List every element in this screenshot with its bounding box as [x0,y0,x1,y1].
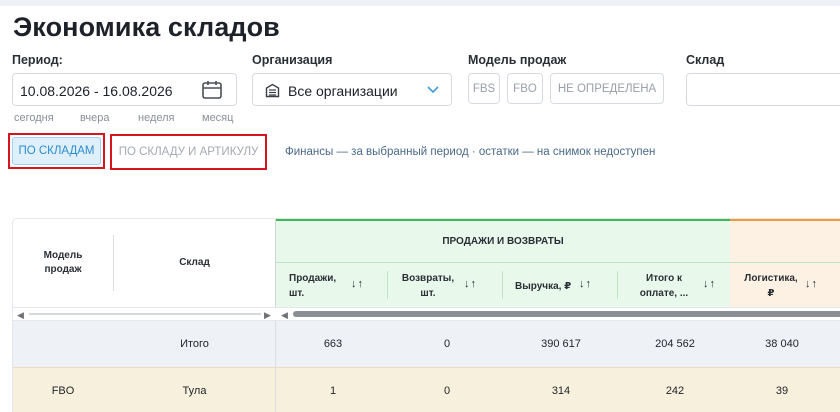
sort-arrows-icon[interactable]: ↓↑ [579,278,592,290]
tab-by-warehouses[interactable]: ПО СКЛАДАМ [12,137,101,165]
chevron-down-icon [427,86,439,94]
scroll-left-icon[interactable]: ◀ [17,310,24,321]
organization-select[interactable]: Все организации [252,73,452,106]
cell-logistics: 39 [775,385,789,397]
table-row-total: Итого 663 0 390 617 204 562 38 040 [13,321,840,367]
sort-arrows-icon[interactable]: ↓↑ [805,278,818,290]
quick-link-yesterday[interactable]: вчера [80,112,109,124]
cell-model [13,321,113,367]
header-returns-qty[interactable]: Возвраты, шт. [399,263,457,307]
top-strip [0,0,840,6]
cell-revenue: 314 [551,385,571,397]
header-sales-model[interactable]: Модель продаж [13,219,113,307]
cell-sales-qty: 663 [323,338,343,350]
sort-arrows-icon[interactable]: ↓↑ [703,278,716,290]
column-separator [387,271,388,299]
period-date-input[interactable]: 10.08.2026 - 16.08.2026 [12,73,237,106]
scroll-right-icon[interactable]: ▶ [264,310,271,321]
scroll-track-fixed [29,313,261,315]
group-sales-returns-title: ПРОДАЖИ И ВОЗВРАТЫ [442,236,564,247]
header-logistics[interactable]: Логистика, ₽ [741,263,801,307]
sales-model-label: Модель продаж [468,53,567,67]
period-date-value: 10.08.2026 - 16.08.2026 [20,83,173,99]
cell-returns-qty: 0 [443,385,451,397]
building-icon [265,83,280,98]
cell-total-payout: 242 [665,385,685,397]
quick-link-week[interactable]: неделя [138,112,175,124]
column-separator [502,271,503,299]
cell-revenue: 390 617 [541,338,581,350]
tabs-note: Финансы — за выбранный период · остатки … [285,146,656,158]
cell-total-payout: 204 562 [655,338,695,350]
organization-label: Организация [252,53,333,67]
horizontal-scrollbar[interactable]: ◀ ▶ ◀ [13,307,840,321]
table-row[interactable]: FBO Тула 1 0 314 242 39 [13,367,840,412]
scroll-thumb[interactable] [293,311,840,317]
header-total-payout[interactable]: Итого к оплате, ... [631,263,697,307]
quick-link-month[interactable]: месяц [202,112,233,124]
page-title: Экономика складов [13,12,280,42]
chip-fbo[interactable]: FBO [507,73,543,104]
cell-warehouse: Тула [182,385,207,397]
calendar-icon[interactable] [201,80,223,100]
warehouse-select[interactable] [686,73,840,106]
chip-fbs[interactable]: FBS [468,73,500,104]
warehouse-economics-table: Модель продаж Склад ПРОДАЖИ И ВОЗВРАТЫ П… [12,218,840,412]
period-label: Период: [12,53,63,67]
chip-undefined[interactable]: НЕ ОПРЕДЕЛЕНА [550,73,664,104]
warehouse-label: Склад [686,53,725,67]
tab-by-warehouse-article[interactable]: ПО СКЛАДУ И АРТИКУЛУ [113,137,264,167]
header-warehouse[interactable]: Склад [113,219,276,307]
cell-sales-qty: 1 [329,385,337,397]
sort-arrows-icon[interactable]: ↓↑ [351,278,364,290]
column-separator [617,271,618,299]
cell-model: FBO [51,385,75,397]
sort-arrows-icon[interactable]: ↓↑ [464,278,477,290]
cell-logistics: 38 040 [765,338,799,350]
cell-returns-qty: 0 [443,338,451,350]
quick-link-today[interactable]: сегодня [14,112,54,124]
cell-warehouse: Итого [180,338,209,350]
scroll-left-icon[interactable]: ◀ [281,310,288,321]
header-revenue[interactable]: Выручка, ₽ [515,263,577,307]
header-sales-qty[interactable]: Продажи, шт. [289,263,345,307]
organization-value: Все организации [288,83,398,99]
